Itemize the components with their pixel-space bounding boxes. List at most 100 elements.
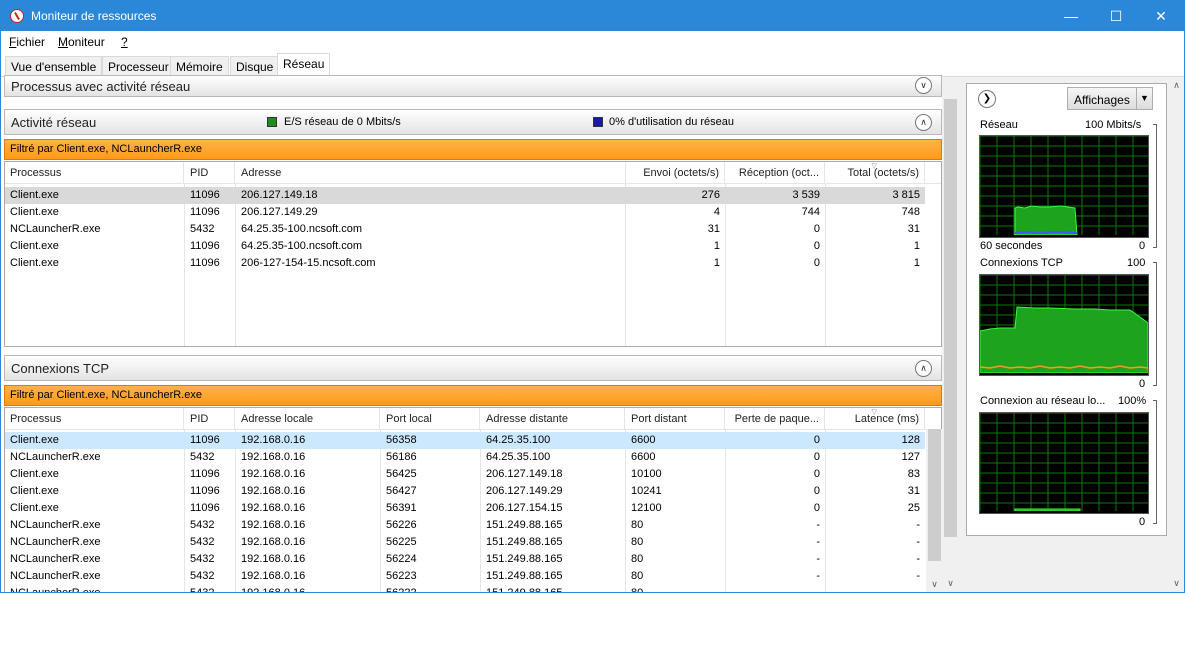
network-activity-filter[interactable]: Filtré par Client.exe, NCLauncherR.exe	[4, 139, 942, 160]
scroll-down-icon[interactable]: ∨	[926, 576, 943, 592]
column-header[interactable]: Perte de paque...	[726, 408, 825, 430]
table-row[interactable]: NCLauncherR.exe 5432 192.168.0.16 56225 151.…	[5, 534, 925, 551]
table-cell: 151.249.88.165	[486, 587, 563, 593]
tab-overview[interactable]: Vue d'ensemble	[5, 56, 103, 77]
column-header[interactable]: Envoi (octets/s)	[626, 162, 725, 184]
tcp-connections-header[interactable]: Connexions TCP ∧	[4, 355, 942, 381]
column-header[interactable]: Adresse distante	[481, 408, 625, 430]
table-cell: 11096	[190, 257, 220, 269]
column-header[interactable]: Processus	[5, 408, 184, 430]
table-cell: 192.168.0.16	[241, 434, 306, 446]
processes-section-header[interactable]: Processus avec activité réseau ∨	[4, 75, 942, 97]
table-row[interactable]: Client.exe 11096 64.25.35-100.ncsoft.com 1 0…	[5, 238, 925, 255]
table-row[interactable]: NCLauncherR.exe 5432 64.25.35-100.ncsoft.c…	[5, 221, 925, 238]
tcp-filter[interactable]: Filtré par Client.exe, NCLauncherR.exe	[4, 385, 942, 406]
network-activity-table: Processus PID Adresse Envoi (octets/s) Récep…	[4, 161, 942, 347]
table-row[interactable]: Client.exe 11096 206-127-154-15.ncsoft.com…	[5, 255, 925, 272]
table-cell: 5432	[190, 451, 215, 463]
table-cell: 11096	[190, 189, 220, 201]
menu-fichier[interactable]: Fichier	[9, 35, 45, 49]
graph-canvas	[980, 136, 1148, 235]
table-cell: 64.25.35-100.ncsoft.com	[241, 240, 363, 252]
column-header[interactable]: Port local	[381, 408, 480, 430]
table-cell: 56186	[386, 451, 417, 463]
table-row[interactable]: Client.exe 11096 192.168.0.16 56391 206.127.…	[5, 500, 925, 517]
close-button[interactable]: ✕	[1138, 1, 1184, 31]
resource-monitor-icon	[10, 9, 24, 23]
table-row[interactable]: NCLauncherR.exe 5432 192.168.0.16 56186 64.2…	[5, 449, 925, 466]
table-cell: 11096	[190, 468, 220, 480]
views-dropdown[interactable]: Affichages ▼	[1067, 87, 1153, 110]
column-header[interactable]: Adresse locale	[236, 408, 380, 430]
util-legend-swatch	[593, 117, 603, 127]
table-cell: 151.249.88.165	[486, 553, 563, 565]
table-cell: Client.exe	[10, 206, 59, 218]
tab-network[interactable]: Réseau	[277, 53, 331, 77]
table-cell: Client.exe	[10, 485, 59, 497]
column-header[interactable]: PID	[185, 162, 235, 184]
table-cell: 11096	[190, 206, 220, 218]
column-header[interactable]: PID	[185, 408, 235, 430]
scroll-up-icon[interactable]: ∧	[1168, 77, 1184, 94]
left-panel-scrollbar[interactable]: ∨	[942, 77, 959, 592]
graph-tcp-max: 100	[1127, 257, 1146, 269]
right-panel-scrollbar[interactable]: ∧ ∨	[1168, 77, 1184, 592]
table-cell: Client.exe	[10, 257, 59, 269]
scroll-down-icon[interactable]: ∨	[942, 575, 959, 592]
tab-processor[interactable]: Processeur	[102, 56, 175, 77]
column-header[interactable]: Processus	[5, 162, 184, 184]
menu-moniteur[interactable]: Moniteur	[58, 35, 105, 49]
table-row[interactable]: Client.exe 11096 206.127.149.29 4 744 748	[5, 204, 925, 221]
graph-network-min: 0	[1139, 240, 1146, 252]
graph-bracket	[1153, 124, 1157, 248]
tcp-scroll-thumb[interactable]	[928, 429, 941, 561]
table-row[interactable]: Client.exe 11096 206.127.149.18 276 3 539 3 8…	[5, 187, 925, 204]
column-header[interactable]: Port distant	[626, 408, 725, 430]
table-cell: 64.25.35.100	[486, 451, 551, 463]
table-cell: 6600	[631, 434, 656, 446]
minimize-button[interactable]: —	[1048, 1, 1094, 31]
table-cell: NCLauncherR.exe	[10, 451, 101, 463]
menu-help[interactable]: ?	[121, 35, 128, 49]
tcp-connections-title: Connexions TCP	[11, 361, 110, 376]
table-cell: 151.249.88.165	[486, 570, 563, 582]
dropdown-arrow-icon[interactable]: ▼	[1136, 88, 1152, 109]
table-cell: 192.168.0.16	[241, 553, 306, 565]
table-cell: -	[816, 519, 820, 531]
table-cell: 206.127.149.29	[241, 206, 318, 218]
tcp-table-scrollbar[interactable]: ∨	[926, 429, 943, 592]
column-header[interactable]: Adresse	[236, 162, 626, 184]
table-cell: 11096	[190, 502, 220, 514]
scroll-down-icon[interactable]: ∨	[1168, 575, 1184, 592]
expand-icon[interactable]: ∨	[915, 77, 932, 94]
table-row[interactable]: Client.exe 11096 192.168.0.16 56425 206.127.…	[5, 466, 925, 483]
graph-bracket	[1153, 400, 1157, 524]
table-row[interactable]: Client.exe 11096 192.168.0.16 56427 206.127.…	[5, 483, 925, 500]
io-legend-label: E/S réseau de 0 Mbits/s	[284, 116, 401, 128]
table-cell: -	[916, 519, 920, 531]
table-cell: Client.exe	[10, 434, 59, 446]
table-row[interactable]: NCLauncherR.exe 5432 192.168.0.16 56223 151.…	[5, 568, 925, 585]
table-row[interactable]: Client.exe 11096 192.168.0.16 56358 64.25.35…	[5, 432, 925, 449]
maximize-button[interactable]: ☐	[1093, 1, 1139, 31]
table-cell: 56222	[386, 587, 417, 593]
table-cell: 64.25.35.100	[486, 434, 551, 446]
table-row[interactable]: NCLauncherR.exe 5432 192.168.0.16 56226 151.…	[5, 517, 925, 534]
tab-memory[interactable]: Mémoire	[170, 56, 229, 77]
collapse-icon[interactable]: ∧	[915, 114, 932, 131]
collapse-icon[interactable]: ∧	[915, 360, 932, 377]
table-cell: 56391	[386, 502, 417, 514]
table-row[interactable]: NCLauncherR.exe 5432 192.168.0.16 56224 151.…	[5, 551, 925, 568]
table-row[interactable]: NCLauncherR.exe 5432 192.168.0.16 56222 151.…	[5, 585, 925, 593]
table-cell: 744	[801, 206, 820, 218]
table-cell: 206.127.149.18	[486, 468, 563, 480]
table-cell: 128	[901, 434, 920, 446]
table-cell: 56425	[386, 468, 417, 480]
io-legend-swatch	[267, 117, 277, 127]
tab-disk[interactable]: Disque	[230, 56, 280, 77]
left-panel-scroll-thumb[interactable]	[944, 99, 957, 537]
column-header[interactable]: Réception (oct...	[726, 162, 825, 184]
chevron-right-icon[interactable]: ❯	[978, 90, 996, 108]
network-activity-header[interactable]: Activité réseau E/S réseau de 0 Mbits/s …	[4, 109, 942, 135]
table-cell: 748	[901, 206, 920, 218]
